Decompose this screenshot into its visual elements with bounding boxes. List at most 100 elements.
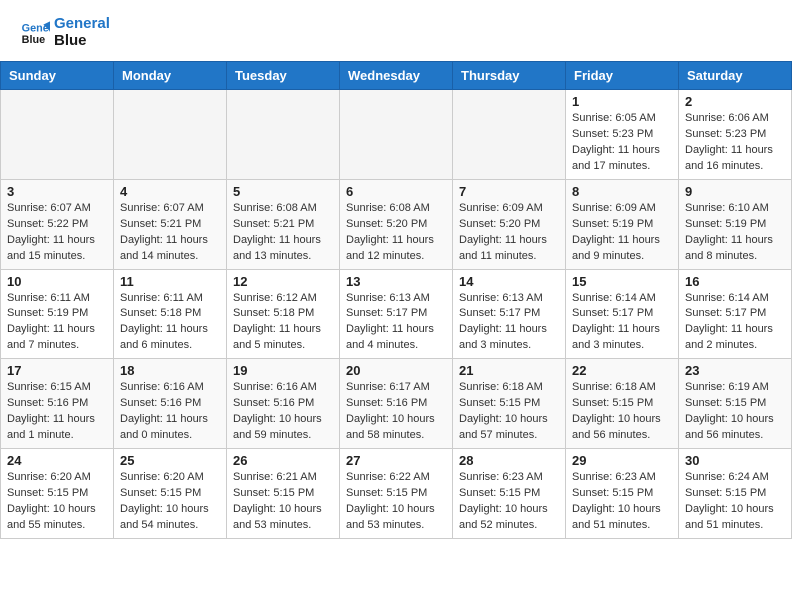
day-number: 2 xyxy=(685,94,785,109)
calendar-body: 1Sunrise: 6:05 AM Sunset: 5:23 PM Daylig… xyxy=(1,90,792,539)
day-cell: 14 Sunrise: 6:13 AM Sunset: 5:17 PM Dayli… xyxy=(453,269,566,359)
day-cell: 21 Sunrise: 6:18 AM Sunset: 5:15 PM Dayli… xyxy=(453,359,566,449)
day-info: Sunrise: 6:22 AM Sunset: 5:15 PM Dayligh… xyxy=(346,470,446,534)
day-number: 23 xyxy=(685,363,785,378)
day-cell: 17 Sunrise: 6:15 AM Sunset: 5:16 PM Dayli… xyxy=(1,359,114,449)
day-number: 10 xyxy=(7,274,107,289)
day-number: 13 xyxy=(346,274,446,289)
day-cell: 26 Sunrise: 6:21 AM Sunset: 5:15 PM Dayli… xyxy=(227,449,340,539)
day-number: 19 xyxy=(233,363,333,378)
day-number: 26 xyxy=(233,453,333,468)
svg-text:Blue: Blue xyxy=(22,34,45,46)
day-cell: 8 Sunrise: 6:09 AM Sunset: 5:19 PM Daylig… xyxy=(566,179,679,269)
day-info: Sunrise: 6:24 AM Sunset: 5:15 PM Dayligh… xyxy=(685,470,785,534)
day-info: Sunrise: 6:12 AM Sunset: 5:18 PM Dayligh… xyxy=(233,291,333,355)
day-info: Sunrise: 6:23 AM Sunset: 5:15 PM Dayligh… xyxy=(572,470,672,534)
day-info: Sunrise: 6:13 AM Sunset: 5:17 PM Dayligh… xyxy=(459,291,559,355)
day-cell: 3Sunrise: 6:07 AM Sunset: 5:22 PM Daylig… xyxy=(1,179,114,269)
day-number: 18 xyxy=(120,363,220,378)
week-row-1: 1Sunrise: 6:05 AM Sunset: 5:23 PM Daylig… xyxy=(1,90,792,180)
day-number: 17 xyxy=(7,363,107,378)
day-info: Sunrise: 6:07 AM Sunset: 5:21 PM Dayligh… xyxy=(120,201,220,265)
day-info: Sunrise: 6:09 AM Sunset: 5:20 PM Dayligh… xyxy=(459,201,559,265)
day-number: 30 xyxy=(685,453,785,468)
day-number: 14 xyxy=(459,274,559,289)
day-cell: 1Sunrise: 6:05 AM Sunset: 5:23 PM Daylig… xyxy=(566,90,679,180)
day-info: Sunrise: 6:20 AM Sunset: 5:15 PM Dayligh… xyxy=(120,470,220,534)
week-row-2: 3Sunrise: 6:07 AM Sunset: 5:22 PM Daylig… xyxy=(1,179,792,269)
calendar-table: SundayMondayTuesdayWednesdayThursdayFrid… xyxy=(0,61,792,539)
day-info: Sunrise: 6:14 AM Sunset: 5:17 PM Dayligh… xyxy=(572,291,672,355)
day-number: 8 xyxy=(572,184,672,199)
logo-icon: General Blue xyxy=(20,18,50,48)
day-number: 16 xyxy=(685,274,785,289)
day-cell: 27Sunrise: 6:22 AM Sunset: 5:15 PM Dayli… xyxy=(340,449,453,539)
day-info: Sunrise: 6:21 AM Sunset: 5:15 PM Dayligh… xyxy=(233,470,333,534)
day-number: 12 xyxy=(233,274,333,289)
day-info: Sunrise: 6:05 AM Sunset: 5:23 PM Dayligh… xyxy=(572,111,672,175)
day-info: Sunrise: 6:08 AM Sunset: 5:20 PM Dayligh… xyxy=(346,201,446,265)
day-cell: 2 Sunrise: 6:06 AM Sunset: 5:23 PM Daylig… xyxy=(679,90,792,180)
day-info: Sunrise: 6:11 AM Sunset: 5:19 PM Dayligh… xyxy=(7,291,107,355)
header: General Blue General Blue xyxy=(0,0,792,53)
day-cell: 9 Sunrise: 6:10 AM Sunset: 5:19 PM Daylig… xyxy=(679,179,792,269)
day-cell: 28Sunrise: 6:23 AM Sunset: 5:15 PM Dayli… xyxy=(453,449,566,539)
week-row-4: 17 Sunrise: 6:15 AM Sunset: 5:16 PM Dayli… xyxy=(1,359,792,449)
day-number: 24 xyxy=(7,453,107,468)
day-cell: 12 Sunrise: 6:12 AM Sunset: 5:18 PM Dayli… xyxy=(227,269,340,359)
day-info: Sunrise: 6:15 AM Sunset: 5:16 PM Dayligh… xyxy=(7,380,107,444)
logo-general: General xyxy=(54,16,110,33)
day-info: Sunrise: 6:08 AM Sunset: 5:21 PM Dayligh… xyxy=(233,201,333,265)
weekday-friday: Friday xyxy=(566,62,679,90)
day-cell: 30 Sunrise: 6:24 AM Sunset: 5:15 PM Dayli… xyxy=(679,449,792,539)
day-number: 6 xyxy=(346,184,446,199)
weekday-header-row: SundayMondayTuesdayWednesdayThursdayFrid… xyxy=(1,62,792,90)
day-number: 7 xyxy=(459,184,559,199)
day-number: 4 xyxy=(120,184,220,199)
day-info: Sunrise: 6:06 AM Sunset: 5:23 PM Dayligh… xyxy=(685,111,785,175)
day-number: 20 xyxy=(346,363,446,378)
day-number: 15 xyxy=(572,274,672,289)
day-info: Sunrise: 6:18 AM Sunset: 5:15 PM Dayligh… xyxy=(459,380,559,444)
day-number: 29 xyxy=(572,453,672,468)
day-cell: 11Sunrise: 6:11 AM Sunset: 5:18 PM Dayli… xyxy=(114,269,227,359)
day-info: Sunrise: 6:13 AM Sunset: 5:17 PM Dayligh… xyxy=(346,291,446,355)
day-cell xyxy=(114,90,227,180)
weekday-monday: Monday xyxy=(114,62,227,90)
weekday-wednesday: Wednesday xyxy=(340,62,453,90)
day-number: 21 xyxy=(459,363,559,378)
week-row-5: 24 Sunrise: 6:20 AM Sunset: 5:15 PM Dayli… xyxy=(1,449,792,539)
day-info: Sunrise: 6:20 AM Sunset: 5:15 PM Dayligh… xyxy=(7,470,107,534)
day-info: Sunrise: 6:09 AM Sunset: 5:19 PM Dayligh… xyxy=(572,201,672,265)
day-cell: 20 Sunrise: 6:17 AM Sunset: 5:16 PM Dayli… xyxy=(340,359,453,449)
day-info: Sunrise: 6:18 AM Sunset: 5:15 PM Dayligh… xyxy=(572,380,672,444)
day-cell: 18 Sunrise: 6:16 AM Sunset: 5:16 PM Dayli… xyxy=(114,359,227,449)
day-cell: 13 Sunrise: 6:13 AM Sunset: 5:17 PM Dayli… xyxy=(340,269,453,359)
day-info: Sunrise: 6:16 AM Sunset: 5:16 PM Dayligh… xyxy=(233,380,333,444)
day-cell: 6 Sunrise: 6:08 AM Sunset: 5:20 PM Daylig… xyxy=(340,179,453,269)
day-cell: 10 Sunrise: 6:11 AM Sunset: 5:19 PM Dayli… xyxy=(1,269,114,359)
week-row-3: 10 Sunrise: 6:11 AM Sunset: 5:19 PM Dayli… xyxy=(1,269,792,359)
weekday-tuesday: Tuesday xyxy=(227,62,340,90)
day-number: 5 xyxy=(233,184,333,199)
weekday-sunday: Sunday xyxy=(1,62,114,90)
day-cell: 23 Sunrise: 6:19 AM Sunset: 5:15 PM Dayli… xyxy=(679,359,792,449)
day-info: Sunrise: 6:11 AM Sunset: 5:18 PM Dayligh… xyxy=(120,291,220,355)
day-cell: 29 Sunrise: 6:23 AM Sunset: 5:15 PM Dayli… xyxy=(566,449,679,539)
day-info: Sunrise: 6:19 AM Sunset: 5:15 PM Dayligh… xyxy=(685,380,785,444)
day-info: Sunrise: 6:17 AM Sunset: 5:16 PM Dayligh… xyxy=(346,380,446,444)
day-info: Sunrise: 6:23 AM Sunset: 5:15 PM Dayligh… xyxy=(459,470,559,534)
day-info: Sunrise: 6:07 AM Sunset: 5:22 PM Dayligh… xyxy=(7,201,107,265)
weekday-saturday: Saturday xyxy=(679,62,792,90)
day-info: Sunrise: 6:14 AM Sunset: 5:17 PM Dayligh… xyxy=(685,291,785,355)
day-info: Sunrise: 6:10 AM Sunset: 5:19 PM Dayligh… xyxy=(685,201,785,265)
day-info: Sunrise: 6:16 AM Sunset: 5:16 PM Dayligh… xyxy=(120,380,220,444)
day-cell xyxy=(227,90,340,180)
logo: General Blue General Blue xyxy=(20,16,110,49)
day-cell: 16 Sunrise: 6:14 AM Sunset: 5:17 PM Dayli… xyxy=(679,269,792,359)
day-number: 9 xyxy=(685,184,785,199)
day-cell: 7 Sunrise: 6:09 AM Sunset: 5:20 PM Daylig… xyxy=(453,179,566,269)
day-cell: 5 Sunrise: 6:08 AM Sunset: 5:21 PM Daylig… xyxy=(227,179,340,269)
day-cell: 25Sunrise: 6:20 AM Sunset: 5:15 PM Dayli… xyxy=(114,449,227,539)
day-cell: 15 Sunrise: 6:14 AM Sunset: 5:17 PM Dayli… xyxy=(566,269,679,359)
